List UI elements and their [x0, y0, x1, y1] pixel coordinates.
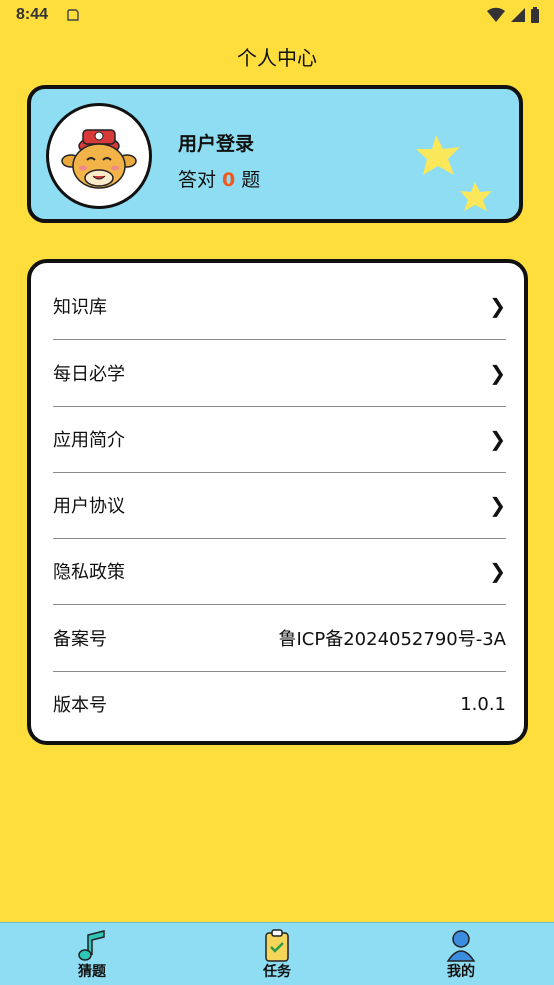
nav-tab-guess[interactable]: 猜题 [57, 927, 127, 981]
version-label: 版本号 [53, 695, 107, 716]
status-icons [486, 6, 540, 24]
menu-item-daily[interactable]: 每日必学 ❯ [53, 340, 506, 407]
menu-item-label: 隐私政策 [53, 562, 125, 583]
star-icon [416, 135, 460, 175]
menu-item-knowledge[interactable]: 知识库 ❯ [53, 273, 506, 340]
login-label[interactable]: 用户登录 [178, 129, 254, 156]
avatar[interactable] [46, 103, 152, 209]
settings-menu-card: 知识库 ❯ 每日必学 ❯ 应用简介 ❯ 用户协议 ❯ 隐私政策 ❯ 备案号 鲁I… [27, 259, 528, 745]
menu-item-label: 知识库 [53, 297, 107, 318]
status-time: 8:44 [16, 6, 49, 23]
chevron-right-icon: ❯ [489, 427, 506, 451]
notification-icon [66, 7, 80, 26]
user-icon [446, 930, 476, 962]
battery-icon [531, 7, 539, 23]
chevron-right-icon: ❯ [489, 294, 506, 318]
cartoon-ox-avatar-icon [61, 129, 137, 189]
answer-count-line: 答对 0 题 [178, 165, 260, 192]
nav-tab-task[interactable]: 任务 [242, 927, 312, 981]
menu-item-label: 每日必学 [53, 364, 125, 385]
chevron-right-icon: ❯ [489, 559, 506, 583]
icp-value: 鲁ICP备2024052790号-3A [278, 629, 506, 650]
answer-suffix: 题 [241, 169, 261, 191]
nav-tab-mine[interactable]: 我的 [426, 927, 496, 981]
version-value: 1.0.1 [460, 693, 506, 715]
page-title: 个人中心 [237, 46, 317, 70]
status-bar: 8:44 [0, 0, 554, 32]
bottom-nav: 猜题 任务 我的 [0, 922, 554, 985]
nav-label: 猜题 [78, 964, 106, 980]
icp-row: 备案号 鲁ICP备2024052790号-3A [53, 605, 506, 672]
clipboard-check-icon [265, 929, 289, 962]
menu-item-about[interactable]: 应用简介 ❯ [53, 406, 506, 473]
profile-card[interactable]: 用户登录 答对 0 题 [27, 85, 523, 223]
star-icon [460, 182, 492, 211]
icp-label: 备案号 [53, 629, 107, 650]
chevron-right-icon: ❯ [489, 493, 506, 517]
menu-item-user-agreement[interactable]: 用户协议 ❯ [53, 472, 506, 539]
music-note-icon [78, 930, 105, 961]
nav-label: 我的 [447, 964, 475, 980]
signal-icon [511, 8, 525, 22]
version-row: 版本号 1.0.1 [53, 671, 506, 737]
menu-item-privacy[interactable]: 隐私政策 ❯ [53, 538, 506, 605]
nav-label: 任务 [263, 964, 291, 980]
menu-item-label: 用户协议 [53, 496, 125, 517]
answer-count: 0 [222, 169, 236, 191]
menu-item-label: 应用简介 [53, 430, 125, 451]
answer-prefix: 答对 [178, 169, 217, 191]
chevron-right-icon: ❯ [489, 361, 506, 385]
wifi-icon [487, 7, 505, 23]
